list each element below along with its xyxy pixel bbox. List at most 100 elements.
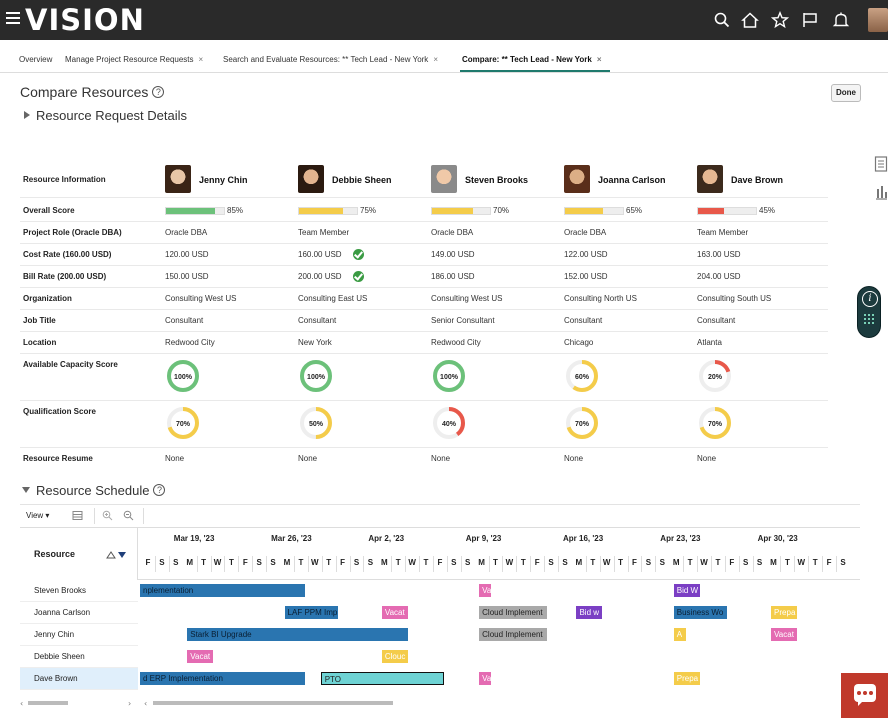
grid-dots-icon[interactable] bbox=[864, 314, 876, 328]
tab-compare[interactable]: Compare: ** Tech Lead - New York × bbox=[462, 55, 601, 64]
assignment-bar[interactable]: Vacat bbox=[187, 650, 214, 663]
assignment-bar[interactable]: Prepa bbox=[771, 606, 797, 619]
person-name[interactable]: Jenny Chin bbox=[199, 175, 248, 185]
home-icon[interactable] bbox=[741, 11, 759, 29]
assignment-bar[interactable]: Cloud Implement bbox=[479, 606, 547, 619]
assignment-bar[interactable]: Vacat bbox=[771, 628, 797, 641]
notifications-bell-icon[interactable] bbox=[832, 11, 850, 29]
assignment-bar[interactable]: Bid w bbox=[576, 606, 603, 619]
person-name[interactable]: Joanna Carlson bbox=[598, 175, 666, 185]
day-separator bbox=[836, 556, 837, 572]
bill-value: 186.00 USD bbox=[431, 272, 475, 281]
assignment-bar[interactable]: d ERP Implementation bbox=[140, 672, 305, 685]
tab-search-evaluate[interactable]: Search and Evaluate Resources: ** Tech L… bbox=[223, 55, 438, 64]
help-icon[interactable]: ? bbox=[152, 86, 165, 98]
analytics-panel-icon[interactable] bbox=[874, 184, 888, 200]
location-value: Redwood City bbox=[165, 338, 215, 347]
resume-value: None bbox=[564, 454, 584, 463]
row-label: Project Role (Oracle DBA) bbox=[23, 228, 122, 237]
search-icon[interactable] bbox=[713, 11, 731, 29]
user-avatar[interactable] bbox=[868, 8, 888, 32]
assignment-bar[interactable]: LAF PPM Imp bbox=[284, 606, 339, 619]
help-icon[interactable]: ? bbox=[153, 484, 166, 496]
info-widget[interactable]: i bbox=[857, 286, 881, 338]
resource-row[interactable]: Dave Brown bbox=[20, 668, 138, 690]
sort-icon[interactable] bbox=[106, 550, 128, 560]
favorites-star-icon[interactable] bbox=[770, 10, 790, 29]
row-label: Cost Rate (160.00 USD) bbox=[23, 250, 112, 259]
resource-row[interactable]: Steven Brooks bbox=[20, 580, 138, 602]
assignment-bar[interactable]: Prepa bbox=[673, 672, 700, 685]
row-label: Job Title bbox=[23, 316, 56, 325]
collapse-triangle-icon bbox=[22, 487, 30, 493]
compare-row-bill: Bill Rate (200.00 USD) 150.00 USD 200.00 U… bbox=[20, 266, 828, 288]
tab-overview[interactable]: Overview bbox=[19, 55, 52, 64]
tab-manage-requests[interactable]: Manage Project Resource Requests × bbox=[65, 55, 203, 64]
day-separator bbox=[154, 556, 156, 572]
document-panel-icon[interactable] bbox=[874, 156, 888, 172]
resource-row[interactable]: Joanna Carlson bbox=[20, 602, 138, 624]
assignment-bar[interactable]: nplementation bbox=[140, 584, 305, 597]
table-view-icon[interactable] bbox=[72, 510, 83, 521]
compare-row-role: Project Role (Oracle DBA) Oracle DBA Team … bbox=[20, 222, 828, 244]
compare-row-overall: Overall Score 85% 75% 70% 65% 45% bbox=[20, 200, 828, 222]
person-name[interactable]: Dave Brown bbox=[731, 175, 783, 185]
day-separator bbox=[794, 556, 796, 572]
done-button[interactable]: Done bbox=[831, 84, 861, 102]
horizontal-scrollbar[interactable]: ‹ › ‹ bbox=[20, 699, 830, 708]
view-menu-button[interactable]: View ▾ bbox=[26, 511, 49, 520]
org-value: Consulting East US bbox=[298, 294, 368, 303]
chat-bubble-icon bbox=[854, 684, 876, 706]
gauge-value: 70% bbox=[176, 421, 191, 428]
resource-row[interactable]: Debbie Sheen bbox=[20, 646, 138, 668]
resource-column-header[interactable]: Resource bbox=[20, 528, 138, 580]
day-label: M bbox=[672, 558, 680, 567]
assignment-bar[interactable]: Business Wo bbox=[673, 606, 728, 619]
overall-score-value: 75% bbox=[360, 206, 377, 215]
person-photo bbox=[697, 165, 723, 193]
resource-row[interactable]: Jenny Chin bbox=[20, 624, 138, 646]
zoom-in-icon[interactable] bbox=[102, 510, 113, 521]
assignment-bar[interactable]: Va bbox=[479, 584, 492, 597]
hamburger-menu-icon[interactable] bbox=[6, 12, 20, 26]
day-label: M bbox=[186, 558, 194, 567]
assignment-bar[interactable]: Cloud Implement bbox=[479, 628, 547, 641]
overall-score-bar bbox=[697, 207, 757, 215]
assignment-bar[interactable]: Vacat bbox=[381, 606, 408, 619]
assignment-bar[interactable]: Bid W bbox=[673, 584, 700, 597]
close-tab-icon[interactable]: × bbox=[597, 55, 602, 64]
day-label: S bbox=[451, 558, 457, 567]
close-tab-icon[interactable]: × bbox=[433, 55, 438, 64]
assignment-bar[interactable]: PTO bbox=[320, 672, 444, 685]
chat-assistant-button[interactable] bbox=[841, 673, 888, 718]
day-separator bbox=[655, 556, 657, 572]
tab-bar: Overview Manage Project Resource Request… bbox=[0, 49, 888, 73]
assignment-bar[interactable]: A bbox=[673, 628, 686, 641]
capacity-gauge: 100% bbox=[431, 358, 467, 394]
brand-logo[interactable]: VISION bbox=[25, 5, 145, 35]
overall-score-fill bbox=[166, 208, 215, 214]
gauge-value: 60% bbox=[575, 374, 590, 381]
assignment-bar[interactable]: Clouc bbox=[381, 650, 408, 663]
resume-value: None bbox=[165, 454, 185, 463]
person-name[interactable]: Steven Brooks bbox=[465, 175, 528, 185]
day-label: S bbox=[743, 558, 749, 567]
resource-request-details-toggle[interactable]: Resource Request Details bbox=[24, 108, 187, 123]
close-tab-icon[interactable]: × bbox=[199, 55, 204, 64]
day-label: T bbox=[423, 558, 429, 567]
day-label: W bbox=[602, 558, 611, 567]
cost-value: 122.00 USD bbox=[564, 250, 608, 259]
day-label: M bbox=[478, 558, 485, 567]
person-name[interactable]: Debbie Sheen bbox=[332, 175, 392, 185]
day-separator bbox=[266, 556, 268, 572]
info-icon[interactable]: i bbox=[862, 291, 878, 307]
row-label: Resource Information bbox=[23, 175, 106, 184]
assignment-bar[interactable]: Va bbox=[479, 672, 492, 685]
row-label: Organization bbox=[23, 294, 72, 303]
zoom-out-icon[interactable] bbox=[123, 510, 134, 521]
day-separator bbox=[488, 556, 490, 572]
resource-schedule-toggle[interactable]: Resource Schedule? bbox=[22, 483, 166, 498]
match-check-icon bbox=[353, 249, 364, 260]
assignment-bar[interactable]: Stark BI Upgrade bbox=[187, 628, 408, 641]
flag-icon[interactable] bbox=[801, 11, 819, 29]
